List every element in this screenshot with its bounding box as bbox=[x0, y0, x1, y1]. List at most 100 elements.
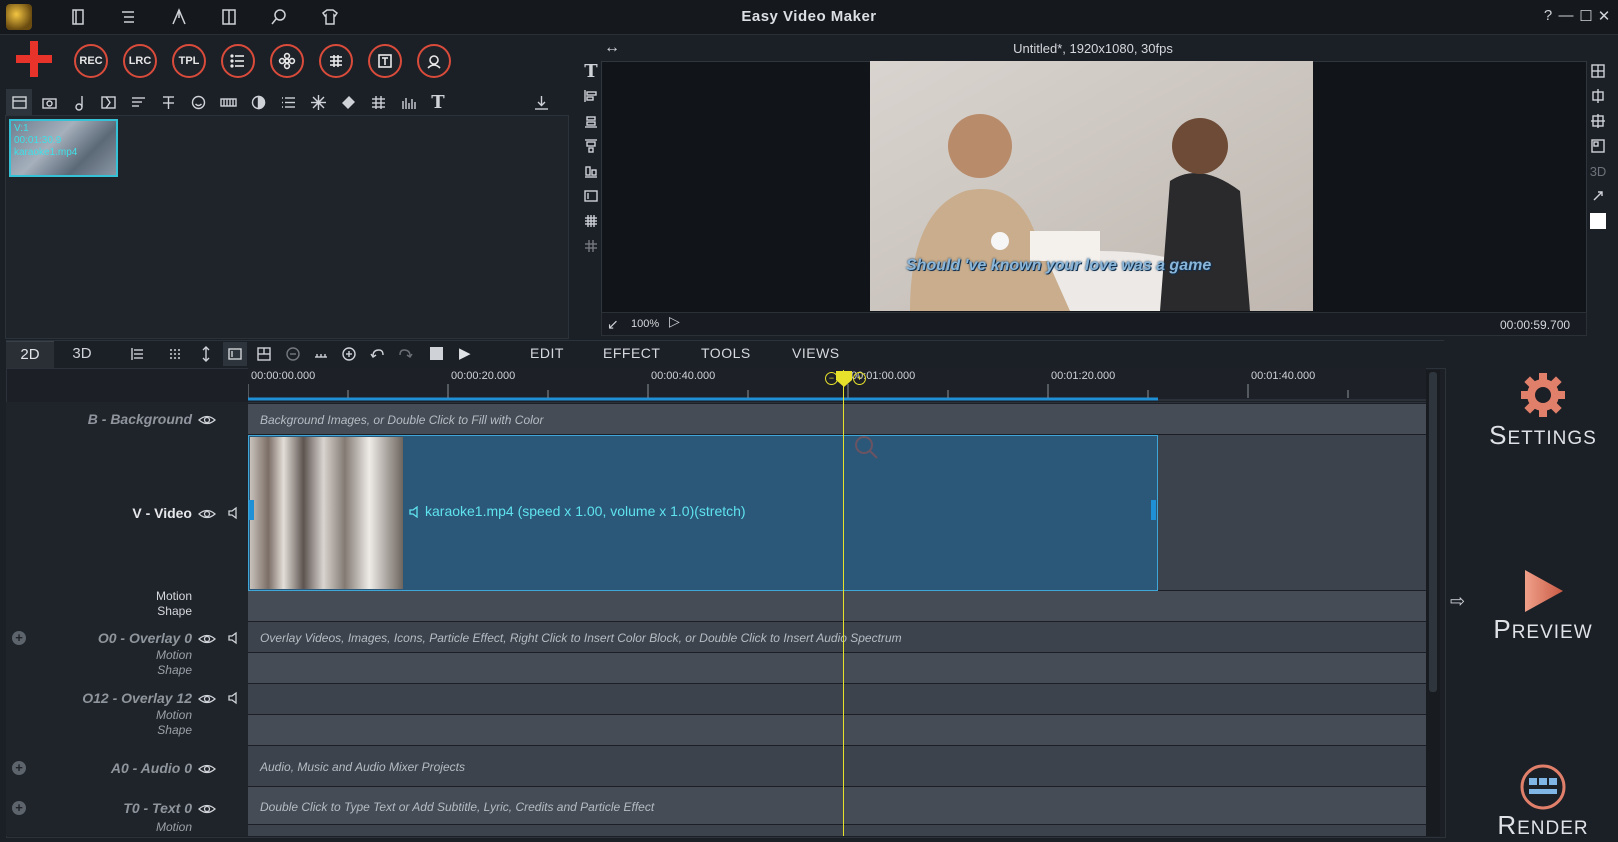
video-motion-label[interactable]: Motion bbox=[120, 589, 192, 603]
grid-music-icon[interactable] bbox=[367, 91, 389, 113]
ruler-icon[interactable] bbox=[310, 343, 332, 365]
expand-audio0-icon[interactable]: + bbox=[12, 761, 26, 775]
crosshair-icon[interactable] bbox=[1587, 110, 1609, 132]
overlay0-motion-track[interactable] bbox=[248, 653, 1426, 683]
camera-icon[interactable] bbox=[38, 91, 60, 113]
video-motion-track[interactable] bbox=[248, 591, 1426, 621]
frame-icon[interactable] bbox=[580, 185, 602, 207]
video-shape-label[interactable]: Shape bbox=[120, 604, 192, 618]
lyric-button[interactable]: LRC bbox=[123, 44, 157, 78]
menu-effect[interactable]: EFFECT bbox=[603, 345, 660, 361]
zoom-level[interactable]: 100% bbox=[631, 318, 659, 330]
expand-overlay0-icon[interactable]: + bbox=[12, 631, 26, 645]
expand-text0-icon[interactable]: + bbox=[12, 801, 26, 815]
record-button[interactable]: REC bbox=[74, 44, 108, 78]
center-icon[interactable] bbox=[1587, 85, 1609, 107]
text0-motion-label[interactable]: Motion bbox=[100, 820, 192, 834]
music-button[interactable] bbox=[319, 44, 353, 78]
collapse-arrow-icon[interactable]: ⇨ bbox=[1450, 591, 1465, 612]
align-top-icon[interactable] bbox=[580, 135, 602, 157]
eye-icon[interactable] bbox=[198, 692, 216, 711]
bullet-list-icon[interactable] bbox=[277, 91, 299, 113]
minimize-button[interactable]: — bbox=[1558, 7, 1574, 24]
menu-tools[interactable]: TOOLS bbox=[701, 345, 751, 361]
3d-icon[interactable]: 3D bbox=[1587, 160, 1609, 182]
frame-select-icon[interactable] bbox=[224, 343, 246, 365]
close-button[interactable]: ✕ bbox=[1596, 7, 1612, 25]
fit-arrow-icon[interactable]: ↙ bbox=[607, 316, 619, 333]
speaker-icon[interactable] bbox=[227, 631, 241, 650]
render-button[interactable]: RENDER bbox=[1488, 764, 1598, 841]
settings-button[interactable]: SETTINGS bbox=[1488, 370, 1598, 451]
play-icon[interactable]: ▷ bbox=[669, 313, 680, 330]
text-tool-icon[interactable]: T bbox=[427, 91, 449, 113]
scrollbar-thumb[interactable] bbox=[1429, 372, 1437, 692]
list-button[interactable] bbox=[221, 44, 255, 78]
template-button[interactable]: TPL bbox=[172, 44, 206, 78]
overlay12-shape-label[interactable]: Shape bbox=[100, 723, 192, 737]
tab-3d[interactable]: 3D bbox=[58, 341, 106, 367]
media-thumbnail[interactable]: V:1 00:01:30.9 karaoke1.mp4 bbox=[9, 119, 118, 177]
eye-icon[interactable] bbox=[198, 802, 216, 821]
align-left-icon[interactable] bbox=[580, 85, 602, 107]
download-icon[interactable] bbox=[530, 91, 552, 113]
menu-views[interactable]: VIEWS bbox=[792, 345, 840, 361]
maximize-button[interactable]: ☐ bbox=[1578, 7, 1594, 25]
zoom-out-icon[interactable] bbox=[282, 343, 304, 365]
transition-icon[interactable] bbox=[97, 91, 119, 113]
text-effect-button[interactable] bbox=[368, 44, 402, 78]
color-swatch[interactable] bbox=[1590, 213, 1606, 229]
clip-right-handle[interactable] bbox=[1151, 500, 1156, 520]
dotted-grid-icon[interactable] bbox=[165, 343, 187, 365]
preview-button[interactable]: PREVIEW bbox=[1488, 568, 1598, 645]
playhead[interactable] bbox=[843, 370, 844, 836]
add-media-button[interactable] bbox=[16, 41, 52, 77]
distribute-icon[interactable] bbox=[580, 160, 602, 182]
overlay12-track[interactable] bbox=[248, 684, 1426, 714]
overlay0-shape-label[interactable]: Shape bbox=[100, 663, 192, 677]
eye-icon[interactable] bbox=[198, 413, 216, 432]
zoom-in-icon[interactable] bbox=[338, 343, 360, 365]
media-view-icon[interactable] bbox=[8, 91, 30, 113]
lyrics-icon[interactable] bbox=[127, 91, 149, 113]
menu-edit[interactable]: EDIT bbox=[530, 345, 564, 361]
clip-speaker-icon[interactable] bbox=[408, 505, 422, 524]
eye-icon[interactable] bbox=[198, 632, 216, 651]
speaker-icon[interactable] bbox=[227, 691, 241, 710]
play-timeline-icon[interactable]: ▶ bbox=[459, 344, 471, 362]
effects-button[interactable] bbox=[270, 44, 304, 78]
film-strip-icon[interactable] bbox=[217, 91, 239, 113]
clip-left-handle[interactable] bbox=[249, 500, 254, 520]
eye-icon[interactable] bbox=[198, 507, 216, 526]
particle-icon[interactable] bbox=[307, 91, 329, 113]
overlay12-motion-label[interactable]: Motion bbox=[100, 708, 192, 722]
text0-motion-track[interactable] bbox=[248, 825, 1426, 836]
mosaic-icon[interactable] bbox=[580, 210, 602, 232]
redo-icon[interactable] bbox=[395, 343, 417, 365]
grid-split-icon[interactable] bbox=[1587, 60, 1609, 82]
vertical-resize-icon[interactable] bbox=[195, 343, 217, 365]
speaker-icon[interactable] bbox=[227, 506, 241, 525]
music-note-icon[interactable] bbox=[68, 91, 90, 113]
layout-icon[interactable] bbox=[1587, 135, 1609, 157]
undo-icon[interactable] bbox=[366, 343, 388, 365]
minus-marker-icon[interactable]: − bbox=[825, 372, 838, 385]
plus-marker-icon[interactable]: + bbox=[853, 372, 866, 385]
stop-icon[interactable] bbox=[430, 347, 443, 360]
overlay0-motion-label[interactable]: Motion bbox=[100, 648, 192, 662]
swap-icon[interactable] bbox=[1587, 185, 1609, 207]
text-icon[interactable]: T bbox=[580, 60, 602, 82]
text-align-icon[interactable] bbox=[157, 91, 179, 113]
tab-2d[interactable]: 2D bbox=[6, 341, 54, 368]
user-button[interactable] bbox=[417, 44, 451, 78]
align-bottom-icon[interactable] bbox=[580, 110, 602, 132]
puzzle-icon[interactable] bbox=[337, 91, 359, 113]
track-list-icon[interactable] bbox=[126, 343, 148, 365]
overlay12-motion-track[interactable] bbox=[248, 715, 1426, 745]
audio-spectrum-icon[interactable] bbox=[397, 91, 419, 113]
help-button[interactable]: ? bbox=[1540, 7, 1556, 24]
emoji-icon[interactable] bbox=[187, 91, 209, 113]
grid-icon[interactable] bbox=[580, 235, 602, 257]
timeline-scrollbar[interactable] bbox=[1426, 370, 1440, 836]
color-adjust-icon[interactable] bbox=[247, 91, 269, 113]
